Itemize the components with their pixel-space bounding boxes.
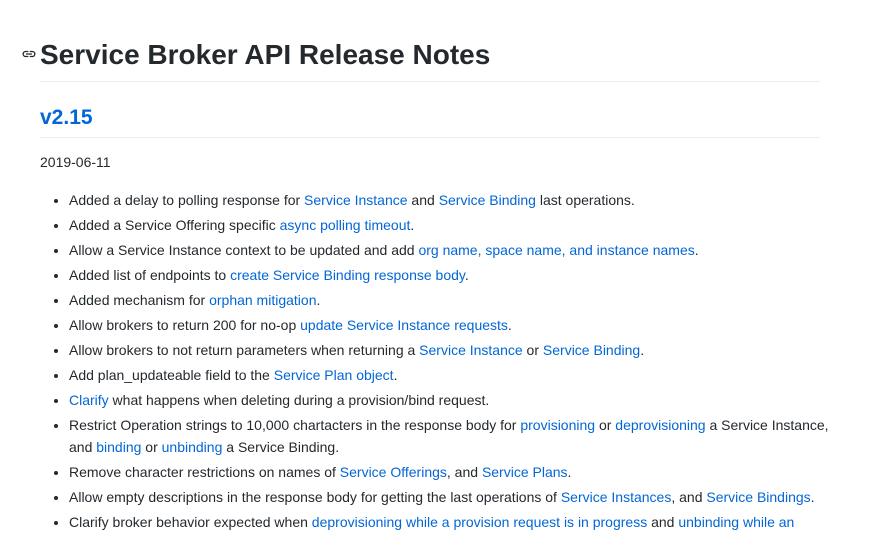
list-item: Add plan_updateable field to the Service… (69, 364, 829, 386)
service-binding-link[interactable]: Service Binding (439, 192, 536, 208)
list-item: Allow empty descriptions in the response… (69, 486, 829, 508)
list-item: Added a delay to polling response for Se… (69, 189, 829, 211)
service-plans-link[interactable]: Service Plans (482, 464, 568, 480)
orphan-mitigation-link[interactable]: orphan mitigation (209, 292, 316, 308)
link-icon[interactable] (22, 49, 36, 59)
version-section-header: v2.15 (40, 104, 820, 138)
version-link[interactable]: v2.15 (40, 104, 93, 132)
release-notes-list: Added a delay to polling response for Se… (40, 189, 829, 536)
service-instances-link[interactable]: Service Instances (561, 489, 672, 505)
list-item: Added a Service Offering specific async … (69, 214, 829, 236)
page-title: Service Broker API Release Notes (40, 39, 491, 70)
list-item: Clarify what happens when deleting durin… (69, 389, 829, 411)
unbinding-link[interactable]: unbinding (162, 439, 223, 455)
context-names-link[interactable]: org name, space name, and instance names (418, 242, 694, 258)
clarify-link[interactable]: Clarify (69, 392, 109, 408)
deprovisioning-link[interactable]: deprovisioning (615, 417, 705, 433)
provisioning-link[interactable]: provisioning (520, 417, 595, 433)
service-plan-object-link[interactable]: Service Plan object (274, 367, 394, 383)
list-item: Added list of endpoints to create Servic… (69, 264, 829, 286)
list-item: Allow a Service Instance context to be u… (69, 239, 829, 261)
service-offerings-link[interactable]: Service Offerings (340, 464, 447, 480)
service-binding-link[interactable]: Service Binding (543, 342, 640, 358)
async-polling-timeout-link[interactable]: async polling timeout (280, 217, 411, 233)
list-item: Clarify broker behavior expected when de… (69, 511, 829, 533)
unbinding-in-progress-link[interactable]: unbinding while an (678, 514, 794, 530)
service-instance-link[interactable]: Service Instance (419, 342, 523, 358)
list-item: Allow brokers to not return parameters w… (69, 339, 829, 361)
page-header: Service Broker API Release Notes (22, 38, 820, 82)
binding-response-body-link[interactable]: create Service Binding response body (230, 267, 465, 283)
service-instance-link[interactable]: Service Instance (304, 192, 408, 208)
page: Service Broker API Release Notes v2.15 2… (0, 0, 869, 559)
deprovisioning-in-progress-link[interactable]: deprovisioning while a provision request… (312, 514, 647, 530)
update-instance-requests-link[interactable]: update Service Instance requests (300, 317, 508, 333)
binding-link[interactable]: binding (96, 439, 141, 455)
list-item: Restrict Operation strings to 10,000 cha… (69, 414, 829, 458)
service-bindings-link[interactable]: Service Bindings (706, 489, 810, 505)
list-item: Remove character restrictions on names o… (69, 461, 829, 483)
list-item: Allow brokers to return 200 for no-op up… (69, 314, 829, 336)
release-date: 2019-06-11 (40, 154, 111, 170)
list-item: Added mechanism for orphan mitigation. (69, 289, 829, 311)
